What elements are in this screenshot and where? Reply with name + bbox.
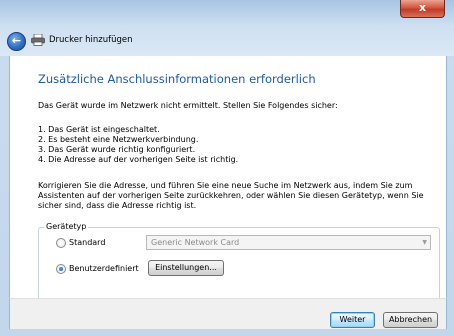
next-button[interactable]: Weiter bbox=[330, 312, 375, 328]
custom-radio-label[interactable]: Benutzerdefiniert bbox=[69, 264, 139, 273]
wizard-footer bbox=[9, 298, 447, 329]
printer-icon bbox=[31, 34, 45, 46]
device-type-legend: Gerätetyp bbox=[44, 222, 89, 231]
checklist-item: 2. Es besteht eine Netzwerkverbindung. bbox=[38, 135, 199, 144]
standard-device-value: Generic Network Card bbox=[151, 238, 240, 247]
chevron-down-icon: ▼ bbox=[422, 239, 427, 246]
back-arrow-icon: ← bbox=[11, 34, 22, 47]
custom-radio[interactable] bbox=[56, 264, 66, 274]
title-bar bbox=[0, 0, 454, 26]
back-button[interactable]: ← bbox=[7, 32, 26, 51]
checklist: 1. Das Gerät ist eingeschaltet. 2. Es be… bbox=[38, 125, 238, 165]
standard-radio[interactable] bbox=[56, 238, 66, 248]
instructions-text: Korrigieren Sie die Adresse, und führen … bbox=[38, 181, 424, 210]
checklist-item: 1. Das Gerät ist eingeschaltet. bbox=[38, 125, 160, 134]
page-heading: Zusätzliche Anschlussinformationen erfor… bbox=[38, 72, 316, 86]
standard-radio-label[interactable]: Standard bbox=[69, 238, 105, 247]
cancel-button[interactable]: Abbrechen bbox=[383, 312, 438, 328]
intro-text: Das Gerät wurde im Netzwerk nicht ermitt… bbox=[38, 101, 338, 110]
checklist-item: 3. Das Gerät wurde richtig konfiguriert. bbox=[38, 145, 196, 154]
standard-device-select[interactable]: Generic Network Card ▼ bbox=[146, 235, 431, 250]
close-button[interactable]: x bbox=[400, 0, 445, 18]
checklist-item: 4. Die Adresse auf der vorherigen Seite … bbox=[38, 155, 239, 164]
wizard-title: Drucker hinzufügen bbox=[49, 35, 133, 45]
close-icon: x bbox=[418, 1, 427, 14]
settings-button[interactable]: Einstellungen... bbox=[148, 260, 224, 276]
